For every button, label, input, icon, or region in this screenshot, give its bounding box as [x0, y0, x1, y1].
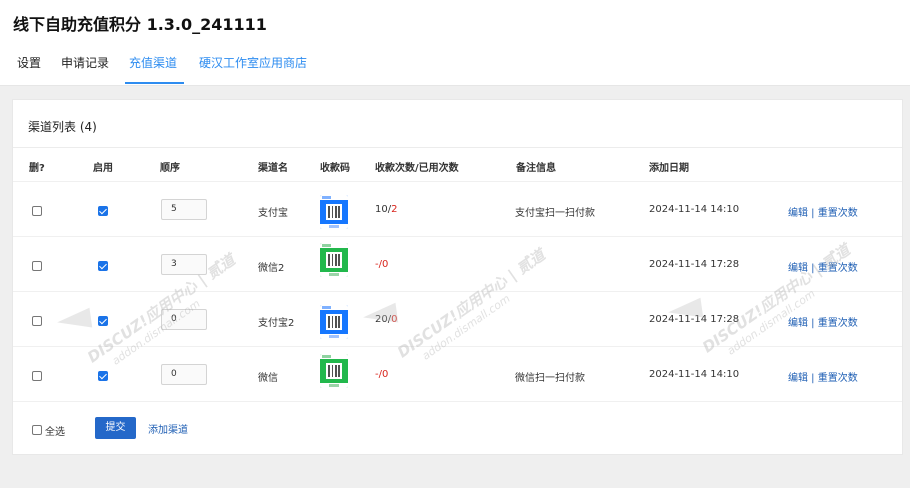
added-date: 2024-11-14 14:10: [649, 204, 740, 215]
row-actions: 编辑 | 重置次数: [788, 208, 858, 219]
delete-checkbox[interactable]: [32, 261, 42, 271]
note-text: 支付宝扫一扫付款: [515, 208, 595, 219]
delete-checkbox[interactable]: [32, 371, 42, 381]
panel-title: 渠道列表 (4): [28, 120, 97, 134]
row-divider: [13, 236, 902, 237]
added-date: 2024-11-14 14:10: [649, 369, 740, 380]
tab-settings[interactable]: 设置: [17, 48, 41, 84]
reset-count-link[interactable]: 重置次数: [818, 263, 858, 274]
header-note: 备注信息: [516, 163, 556, 174]
header-enabled: 启用: [93, 163, 113, 174]
edit-link[interactable]: 编辑: [788, 208, 808, 219]
tab-app-store[interactable]: 硬汉工作室应用商店: [199, 48, 307, 84]
count-cell: -/0: [375, 259, 389, 270]
count-cell: 10/2: [375, 204, 398, 215]
header-channel-name: 渠道名: [258, 163, 288, 174]
watermark-domain: addon.dismall.com: [419, 292, 513, 363]
row-divider: [13, 291, 902, 292]
added-date: 2024-11-14 17:28: [649, 259, 740, 270]
used-count: 2: [391, 204, 398, 215]
watermark-brand: DISCUZ!应用中心 | 贰道: [394, 245, 549, 362]
edit-link[interactable]: 编辑: [788, 318, 808, 329]
page-header: 线下自助充值积分 1.3.0_241111 设置 申请记录 充值渠道 硬汉工作室…: [0, 0, 910, 86]
channel-name: 微信2: [258, 263, 285, 274]
used-count: 0: [381, 259, 389, 270]
added-date: 2024-11-14 17:28: [649, 314, 740, 325]
row-actions: 编辑 | 重置次数: [788, 318, 858, 329]
channel-name: 微信: [258, 373, 278, 384]
reset-count-link[interactable]: 重置次数: [818, 373, 858, 384]
header-counts: 收款次数/已用次数: [375, 163, 459, 174]
select-all-label: 全选: [45, 427, 65, 438]
watermark: DISCUZ!应用中心 | 贰道 addon.dismall.com: [393, 244, 556, 373]
delete-checkbox[interactable]: [32, 206, 42, 216]
wechat-qr-icon: [320, 243, 348, 277]
channel-list-panel: 渠道列表 (4) 删? 启用 顺序 渠道名 收款码 收款次数/已用次数 备注信息…: [12, 99, 903, 455]
used-count: 0: [381, 369, 389, 380]
count-cell: 20/0: [375, 314, 398, 325]
header-date: 添加日期: [649, 163, 689, 174]
tab-application-records[interactable]: 申请记录: [61, 48, 109, 84]
add-channel-link[interactable]: 添加渠道: [148, 421, 188, 436]
order-input[interactable]: 0: [161, 364, 207, 385]
enabled-checkbox[interactable]: [98, 206, 108, 216]
enabled-checkbox[interactable]: [98, 316, 108, 326]
alipay-qr-icon: [320, 195, 348, 229]
select-all-checkbox[interactable]: [32, 425, 42, 435]
enabled-checkbox[interactable]: [98, 371, 108, 381]
row-divider: [13, 181, 902, 182]
edit-link[interactable]: 编辑: [788, 263, 808, 274]
row-actions: 编辑 | 重置次数: [788, 263, 858, 274]
row-actions: 编辑 | 重置次数: [788, 373, 858, 384]
header-order: 顺序: [160, 163, 180, 174]
wechat-qr-icon: [320, 354, 348, 388]
header-delete: 删?: [29, 163, 45, 174]
edit-link[interactable]: 编辑: [788, 373, 808, 384]
order-input[interactable]: 0: [161, 309, 207, 330]
header-qr-code: 收款码: [320, 163, 350, 174]
tab-recharge-channels[interactable]: 充值渠道: [125, 48, 184, 84]
row-divider: [13, 401, 902, 402]
reset-count-link[interactable]: 重置次数: [818, 208, 858, 219]
reset-count-link[interactable]: 重置次数: [818, 318, 858, 329]
app-title: 线下自助充值积分 1.3.0_241111: [13, 15, 267, 34]
row-divider: [13, 346, 902, 347]
order-input[interactable]: 5: [161, 199, 207, 220]
count-cell: -/0: [375, 369, 389, 380]
enabled-checkbox[interactable]: [98, 261, 108, 271]
watermark-arrow-icon: [55, 307, 93, 333]
received-count: 10: [375, 204, 388, 215]
channel-name: 支付宝: [258, 208, 288, 219]
panel-divider: [13, 147, 902, 148]
channel-name: 支付宝2: [258, 318, 295, 329]
note-text: 微信扫一扫付款: [515, 373, 585, 384]
received-count: 20: [375, 314, 388, 325]
submit-button[interactable]: 提交: [95, 417, 136, 439]
alipay-qr-icon: [320, 305, 348, 339]
order-input[interactable]: 3: [161, 254, 207, 275]
delete-checkbox[interactable]: [32, 316, 42, 326]
used-count: 0: [391, 314, 398, 325]
